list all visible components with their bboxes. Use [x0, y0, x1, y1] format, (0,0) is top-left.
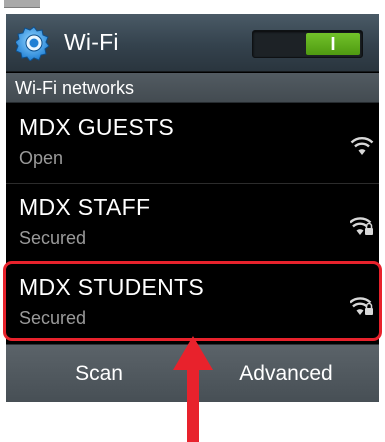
scan-button[interactable]: Scan — [6, 345, 192, 402]
section-title: Wi-Fi networks — [15, 78, 135, 98]
section-header: Wi-Fi networks — [6, 73, 379, 103]
network-status: Open — [19, 148, 64, 168]
network-item-mdx-staff[interactable]: MDX STAFF Secured — [6, 184, 379, 264]
top-bar-stub — [4, 0, 40, 8]
network-status: Secured — [19, 228, 87, 248]
network-name: MDX GUESTS — [19, 114, 175, 140]
wifi-toggle[interactable]: I — [252, 30, 363, 58]
gear-icon — [16, 26, 50, 61]
toggle-knob: I — [306, 33, 360, 55]
wifi-open-icon — [350, 137, 374, 155]
advanced-button[interactable]: Advanced — [193, 345, 379, 402]
wifi-secured-icon — [350, 297, 373, 315]
network-name: MDX STAFF — [19, 194, 151, 220]
annotation-arrow — [173, 336, 213, 442]
wifi-secured-icon — [350, 217, 373, 235]
network-status: Secured — [19, 308, 87, 328]
page-title: Wi-Fi — [64, 29, 119, 55]
network-item-mdx-guests[interactable]: MDX GUESTS Open — [6, 104, 379, 184]
network-name: MDX STUDENTS — [19, 274, 205, 300]
title-bar: Wi-Fi I — [6, 14, 379, 72]
network-item-mdx-students[interactable]: MDX STUDENTS Secured — [6, 264, 379, 344]
